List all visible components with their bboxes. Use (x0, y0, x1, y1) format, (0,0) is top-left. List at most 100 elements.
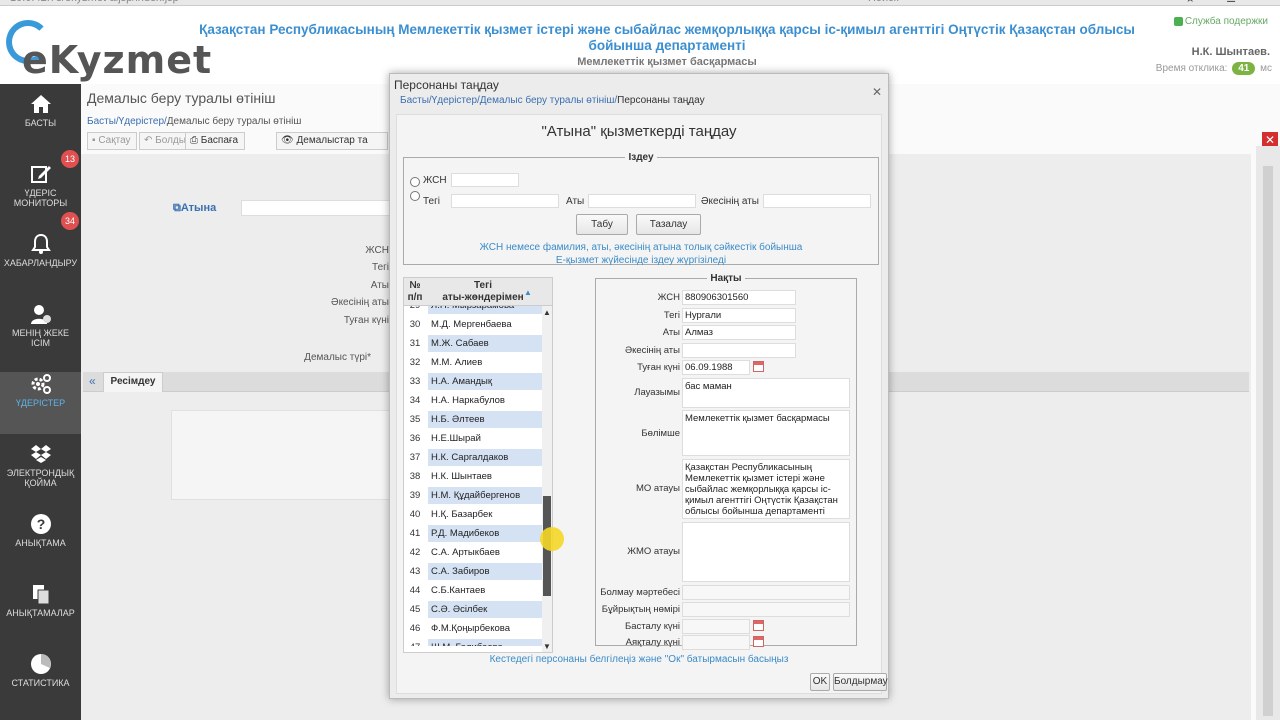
scroll-down-icon[interactable]: ▼ (543, 642, 551, 651)
sidebar-item-notifications[interactable]: ХАБАРЛАНДЫРУ (0, 232, 81, 294)
leaves-button[interactable]: 👁 Демалыстар та (276, 132, 388, 150)
response-unit: мс (1260, 63, 1272, 74)
calendar-icon[interactable] (753, 620, 764, 631)
breadcrumb-links[interactable]: Басты/Үдерістер/ (87, 116, 167, 127)
row-no: 31 (409, 338, 421, 349)
table-row-partial[interactable]: 47Ш.М. Ғалибаева (404, 638, 542, 646)
row-name: Н.Б. Әлтеев (428, 411, 542, 428)
table-row[interactable]: 37 Н.К. Саргалдаков (404, 448, 542, 467)
row-name: С.А. Артыкбаев (431, 547, 500, 558)
radio-jsn[interactable] (410, 177, 420, 187)
home-icon (29, 92, 53, 116)
row-no: 38 (409, 471, 421, 482)
save-button[interactable]: ▪ Сақтау (87, 132, 137, 150)
search-name-input[interactable] (588, 194, 696, 208)
ekyzmet-logo[interactable]: eKyzmet (6, 20, 211, 82)
bg-label-patronymic: Әкесінің аты (331, 297, 389, 308)
table-row[interactable]: 41 Р.Д. Мадибеков (404, 524, 542, 543)
sort-asc-icon[interactable]: ▲ (524, 288, 532, 297)
bg-label-birth: Туған күні (343, 315, 389, 326)
find-button[interactable]: Табу (576, 214, 628, 235)
search-legend: Іздеу (628, 152, 654, 163)
row-name: С.А. Забиров (428, 563, 542, 580)
sidebar-item-processes[interactable]: ҮДЕРІСТЕР (0, 372, 81, 434)
table-row[interactable]: 30 М.Д. Мергенбаева (404, 315, 542, 334)
sidebar-item-label: АНЫҚТАМА (15, 538, 66, 548)
detail-order-label: Бұйрықтың нөмірі (601, 604, 680, 615)
table-row[interactable]: 44 С.Б.Кантаев (404, 581, 542, 600)
table-row[interactable]: 35 Н.Б. Әлтеев (404, 410, 542, 429)
table-row[interactable]: 40 Н.Қ. Базарбек (404, 505, 542, 524)
scroll-up-icon[interactable]: ▲ (543, 308, 551, 317)
table-row[interactable]: 34 Н.А. Наркабулов (404, 391, 542, 410)
table-row[interactable]: 46 Ф.М.Қоңырбекова (404, 619, 542, 638)
sidebar-item-electronic-storage[interactable]: ЭЛЕКТРОНДЫҚ ҚОЙМА (0, 442, 81, 504)
browser-icons[interactable]: ★ ☰ (1185, 0, 1250, 5)
sidebar-item-home[interactable]: БАСТЫ (0, 92, 81, 154)
sidebar-item-statistics[interactable]: СТАТИСТИКА (0, 652, 81, 714)
print-button[interactable]: ⎙ Баспаға (185, 132, 245, 150)
table-row[interactable]: 45 С.Ә. Әсілбек (404, 600, 542, 619)
modal-breadcrumb-current: Персонаны таңдау (617, 95, 705, 106)
row-name: Н.Е.Шырай (431, 433, 481, 444)
address-bar[interactable]: 10.0.42.73/ekyzmet-aijsp/index.jsp (10, 0, 179, 4)
search-jsn-label: ЖСН (423, 175, 447, 186)
table-row-partial[interactable]: 29 Л.Н. Мырзарамова (404, 306, 542, 315)
ok-button[interactable]: OK (810, 673, 830, 691)
table-row[interactable]: 38 Н.К. Шынтаев (404, 467, 542, 486)
collapse-icon[interactable]: « (89, 374, 96, 388)
calendar-icon[interactable] (753, 361, 764, 372)
leaves-label: Демалыстар та (296, 135, 368, 146)
details-legend: Нақты (710, 273, 742, 284)
row-no: 40 (409, 509, 421, 520)
row-name: Н.М. Құдайбергенов (428, 487, 542, 504)
col-no-2: п/п (407, 292, 423, 303)
page-scrollbar[interactable] (1256, 146, 1280, 720)
table-row[interactable]: 33 Н.А. Амандық (404, 372, 542, 391)
detail-patronymic-label: Әкесінің аты (624, 345, 680, 356)
atyna-label[interactable]: ⧉Атына (173, 202, 216, 215)
detail-start-value (682, 619, 750, 634)
col-name-header[interactable]: Тегі аты-жөндерімен (428, 280, 538, 304)
detail-jsn-value: 880906301560 (682, 290, 796, 305)
user-name[interactable]: Н.К. Шынтаев. (1192, 46, 1270, 58)
footer-hint: Кестедегі персонаны белгілеңіз және "Ок"… (489, 654, 789, 665)
detail-jmo-label: ЖМО атауы (627, 546, 680, 557)
col-no-header[interactable]: № п/п (404, 280, 426, 304)
page-scroll-thumb[interactable] (1263, 166, 1273, 716)
modal-breadcrumb-links[interactable]: Басты/Үдерістер/Демалыс беру туралы өтін… (400, 95, 617, 106)
table-row[interactable]: 42 С.А. Артыкбаев (404, 543, 542, 562)
sidebar-item-label: МЕНІҢ ЖЕКЕ ІСІМ (11, 328, 70, 348)
page-title: Демалыс беру туралы өтініш (87, 90, 276, 106)
cancel-button[interactable]: Болдырмау (833, 673, 888, 691)
table-rows: 29 Л.Н. Мырзарамова 30 М.Д. Мергенбаева 31… (404, 306, 542, 646)
atyna-field[interactable] (241, 200, 391, 216)
support-link[interactable]: Служба подержки (1173, 16, 1268, 27)
tab-register[interactable]: Ресімдеу (103, 372, 163, 392)
search-name-label: Аты (566, 196, 585, 207)
table-row[interactable]: 31 М.Ж. Сабаев (404, 334, 542, 353)
search-jsn-input[interactable] (451, 173, 519, 187)
sidebar-item-references[interactable]: АНЫҚТАМАЛАР (0, 582, 81, 644)
radio-fio[interactable] (410, 191, 420, 201)
table-row[interactable]: 36 Н.Е.Шырай (404, 429, 542, 448)
row-name: Ш.М. Ғалибаева (428, 639, 542, 646)
close-icon[interactable]: ✕ (872, 85, 882, 99)
sidebar-item-reference[interactable]: ? АНЫҚТАМА (0, 512, 81, 574)
browser-search[interactable]: Поиск (868, 0, 898, 4)
sidebar-item-personal-file[interactable]: МЕНІҢ ЖЕКЕ ІСІМ (0, 302, 81, 364)
search-hint-2: Е-қызмет жүйесінде іздеу жүргізіледі (555, 255, 727, 266)
background-panel (171, 410, 391, 500)
table-row[interactable]: 32 М.М. Алиев (404, 353, 542, 372)
row-name: С.Ә. Әсілбек (428, 601, 542, 618)
table-scrollbar[interactable]: ▲ ▼ (542, 306, 552, 652)
print-label: Баспаға (200, 135, 239, 146)
clear-button[interactable]: Тазалау (636, 214, 701, 235)
detail-end-label: Аяқталу күні (625, 637, 680, 648)
table-row[interactable]: 39 Н.М. Құдайбергенов (404, 486, 542, 505)
row-no: 44 (409, 585, 421, 596)
search-patronymic-input[interactable] (763, 194, 871, 208)
calendar-icon[interactable] (753, 636, 764, 647)
search-surname-input[interactable] (451, 194, 559, 208)
table-row[interactable]: 43 С.А. Забиров (404, 562, 542, 581)
